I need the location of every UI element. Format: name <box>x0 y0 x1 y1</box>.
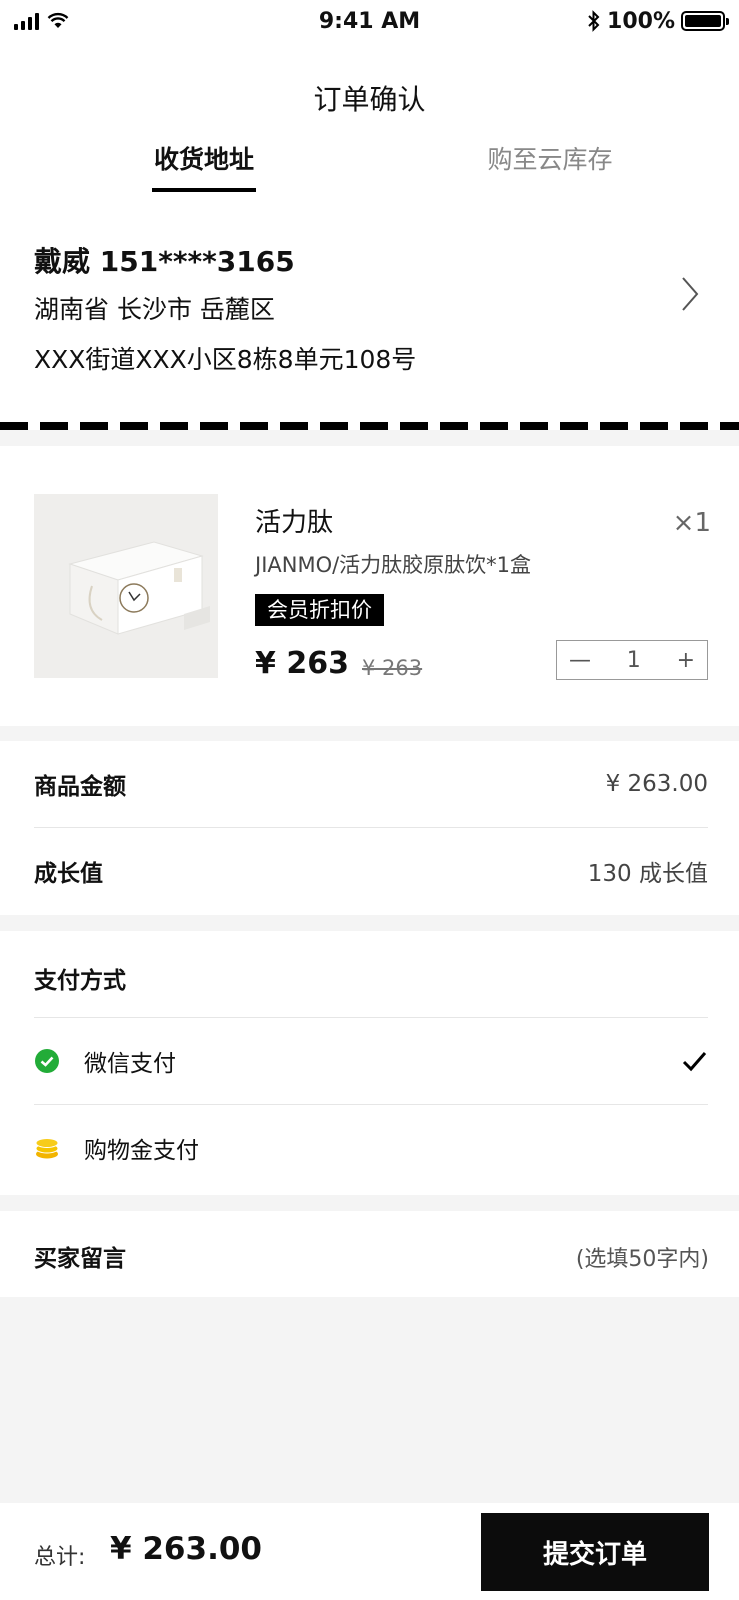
goods-amount-row: 商品金额 ¥ 263.00 <box>34 741 708 827</box>
tab-bar: 收货地址 购至云库存 <box>0 140 739 196</box>
total-amount: ¥ 263.00 <box>110 1531 262 1567</box>
product-box-illustration <box>68 541 210 635</box>
signal-icon <box>14 12 39 30</box>
buyer-message-label: 买家留言 <box>34 1246 126 1272</box>
goods-amount-value: ¥ 263.00 <box>605 771 708 797</box>
buyer-message-input[interactable]: (选填50字内) <box>576 1241 709 1273</box>
decrease-button[interactable]: — <box>569 648 591 673</box>
goods-amount-label: 商品金额 <box>34 774 126 800</box>
wifi-icon <box>47 12 69 28</box>
bluetooth-icon <box>588 10 600 32</box>
battery-icon <box>681 11 729 31</box>
status-time: 9:41 AM <box>318 8 421 34</box>
recipient-name-phone: 戴威 151****3165 <box>34 245 295 278</box>
quantity-value[interactable]: 1 <box>627 648 641 673</box>
product-description: JIANMO/活力肽胶原肽饮*1盒 <box>255 553 532 577</box>
battery-level <box>685 15 721 27</box>
product-name: 活力肽 <box>255 508 334 538</box>
increase-button[interactable]: + <box>677 648 695 673</box>
product-image <box>34 494 218 678</box>
address-street: XXX街道XXX小区8栋8单元108号 <box>34 345 417 374</box>
growth-value-label: 成长值 <box>34 861 103 887</box>
battery-percent: 100% <box>607 8 675 34</box>
current-price: ¥ 263 <box>255 646 349 681</box>
submit-order-button[interactable]: 提交订单 <box>481 1513 709 1591</box>
status-bar: 9:41 AM 100% <box>0 0 739 42</box>
amount-summary: 商品金额 ¥ 263.00 成长值 130 成长值 <box>0 741 739 915</box>
address-card[interactable]: 戴威 151****3165 湖南省 长沙市 岳麓区 XXX街道XXX小区8栋8… <box>0 198 739 422</box>
growth-value-row: 成长值 130 成长值 <box>34 828 708 914</box>
product-card: 活力肽 ×1 JIANMO/活力肽胶原肽饮*1盒 会员折扣价 ¥ 263 ¥ 2… <box>0 446 739 726</box>
payment-option-wechat[interactable]: 微信支付 <box>34 1018 708 1104</box>
tab-shipping-address[interactable]: 收货地址 <box>152 140 256 196</box>
member-discount-badge: 会员折扣价 <box>255 594 384 626</box>
payment-section: 支付方式 微信支付 购物金支付 <box>0 931 739 1195</box>
original-price: ¥ 263 <box>362 656 423 680</box>
quantity-stepper: — 1 + <box>556 640 708 680</box>
checkmark-icon <box>682 1052 707 1072</box>
page-title: 订单确认 <box>313 83 426 116</box>
growth-value: 130 成长值 <box>587 861 708 887</box>
status-right: 100% <box>565 8 729 34</box>
address-divider-stripe <box>0 422 739 430</box>
checkout-bar: 总计: ¥ 263.00 提交订单 <box>0 1503 739 1600</box>
chevron-right-icon[interactable] <box>677 274 705 314</box>
total-label: 总计: <box>34 1545 86 1570</box>
buyer-message-row[interactable]: 买家留言 (选填50字内) <box>0 1211 739 1297</box>
tab-cloud-inventory[interactable]: 购至云库存 <box>485 140 615 196</box>
payment-option-shopping-credit[interactable]: 购物金支付 <box>34 1105 708 1191</box>
payment-label-shopping-credit: 购物金支付 <box>84 1138 199 1164</box>
wechat-icon <box>35 1049 59 1073</box>
payment-label-wechat: 微信支付 <box>84 1051 176 1077</box>
address-region: 湖南省 长沙市 岳麓区 <box>34 295 275 324</box>
coins-icon <box>35 1138 59 1159</box>
status-left <box>14 12 174 30</box>
payment-title: 支付方式 <box>34 968 126 994</box>
product-quantity-mark: ×1 <box>672 508 711 538</box>
